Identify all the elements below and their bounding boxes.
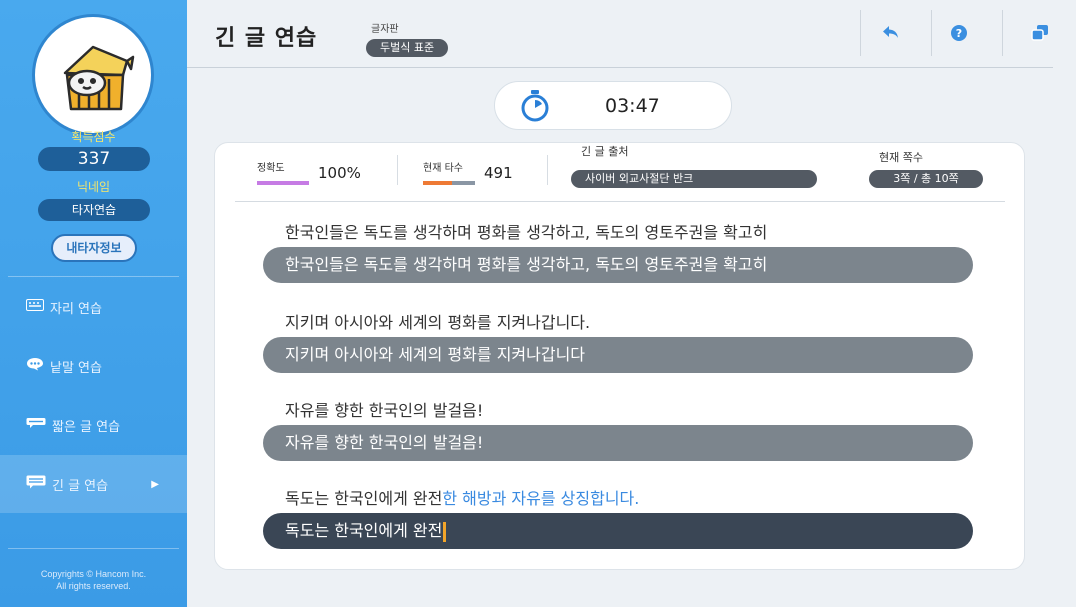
source-line: 자유를 향한 한국인의 발걸음!: [285, 401, 484, 420]
nickname-label: 닉네임: [76, 180, 111, 194]
header-divider: [860, 10, 861, 56]
stats-divider: [397, 155, 398, 185]
accuracy-value: 100%: [318, 164, 361, 182]
practice-panel: 정확도 100% 현재 타수 491 긴 글 출처 사이버 외교사절단 반크 현…: [214, 142, 1025, 570]
typing-input[interactable]: 독도는 한국인에게 완전: [263, 513, 973, 549]
header-divider: [931, 10, 932, 56]
source-pending-text: 한 해방과 자유를 상징합니다.: [442, 489, 640, 508]
accuracy-bar: [257, 181, 309, 185]
sidebar: 획득점수 337 닉네임 타자연습 내타자정보 자리 연습 낱말 연습 짧은 글…: [0, 0, 187, 607]
speed-label: 현재 타수: [423, 163, 463, 174]
speed-bar: [423, 181, 475, 185]
source-line: 독도는 한국인에게 완전한 해방과 자유를 상징합니다.: [285, 485, 639, 509]
header: 긴 글 연습 글자판 두벌식 표준 ?: [187, 0, 1076, 68]
nickname-value: 타자연습: [38, 199, 150, 221]
header-divider: [1002, 10, 1003, 56]
stats-divider: [547, 155, 548, 185]
source-value: 사이버 외교사절단 반크: [571, 170, 817, 188]
nav-item-key-practice[interactable]: 자리 연습: [0, 278, 187, 336]
page-label: 현재 쪽수: [879, 151, 923, 164]
header-divider-line: [187, 67, 1053, 68]
typed-text: 독도는 한국인에게 완전: [285, 521, 443, 540]
timer-value: 03:47: [605, 95, 660, 117]
speech-bubble-icon: [26, 357, 44, 375]
keyboard-layout-label: 글자판: [371, 24, 399, 35]
page-value: 3쪽 / 총 10쪽: [869, 170, 983, 188]
score-label: 획득점수: [71, 130, 116, 144]
accuracy-label: 정확도: [257, 163, 285, 174]
typed-line: 지키며 아시아와 세계의 평화를 지켜나갑니다: [263, 337, 973, 373]
avatar: [32, 14, 154, 136]
copyright-line: Copyrights © Hancom Inc.: [40, 569, 147, 579]
nav-item-label: 낱말 연습: [50, 360, 102, 376]
help-button[interactable]: ?: [944, 20, 974, 50]
help-icon: ?: [950, 24, 968, 46]
sidebar-divider: [8, 548, 179, 549]
source-line: 지키며 아시아와 세계의 평화를 지켜나갑니다.: [285, 313, 591, 332]
nav-item-long-text[interactable]: 긴 글 연습 ▶: [0, 455, 187, 513]
copyright-line: All rights reserved.: [56, 581, 131, 591]
nav-item-word-practice[interactable]: 낱말 연습: [0, 337, 187, 395]
source-label: 긴 글 출처: [581, 145, 629, 158]
source-line: 한국인들은 독도를 생각하며 평화를 생각하고, 독도의 영토주권을 확고히: [285, 223, 768, 242]
keyboard-layout-select[interactable]: 두벌식 표준: [366, 39, 449, 57]
speed-value: 491: [484, 164, 513, 182]
short-text-icon: [26, 417, 46, 433]
nav-item-label: 짧은 글 연습: [52, 419, 121, 435]
caret-right-icon: ▶: [151, 478, 159, 490]
nav-item-label: 긴 글 연습: [52, 478, 109, 494]
typed-line: 한국인들은 독도를 생각하며 평화를 생각하고, 독도의 영토주권을 확고히: [263, 247, 973, 283]
back-button[interactable]: [876, 20, 906, 50]
page-title: 긴 글 연습: [215, 26, 318, 51]
speed-bar-fill: [423, 181, 452, 185]
source-done-text: 독도는 한국인에게 완전: [285, 489, 443, 508]
nav-item-label: 자리 연습: [50, 301, 102, 317]
window-icon: [1031, 24, 1049, 46]
my-info-button[interactable]: 내타자정보: [51, 234, 137, 262]
typed-line: 자유를 향한 한국인의 발걸음!: [263, 425, 973, 461]
window-button[interactable]: [1025, 20, 1055, 50]
text-caret: [443, 521, 447, 542]
copyright: Copyrights © Hancom Inc. All rights rese…: [0, 568, 187, 592]
back-icon: [882, 25, 900, 45]
stats-divider-line: [235, 201, 1005, 202]
long-text-icon: [26, 475, 46, 493]
keyboard-icon: [26, 299, 44, 315]
sidebar-divider: [8, 276, 179, 277]
stats-row: 정확도 100% 현재 타수 491 긴 글 출처 사이버 외교사절단 반크 현…: [215, 143, 1026, 201]
stopwatch-icon: [520, 90, 550, 126]
nav-item-short-text[interactable]: 짧은 글 연습: [0, 396, 187, 454]
score-value: 337: [38, 147, 150, 171]
timer: 03:47: [494, 81, 732, 130]
svg-text:?: ?: [956, 27, 962, 40]
